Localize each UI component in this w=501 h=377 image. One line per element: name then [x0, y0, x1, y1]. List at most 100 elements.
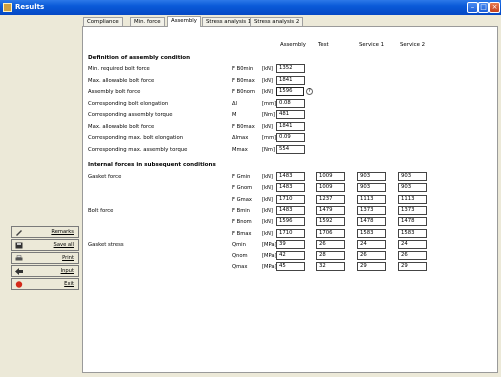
value-field: 1592: [316, 217, 345, 226]
value-field: 0.09: [276, 133, 305, 142]
group-label: Gasket force: [88, 174, 122, 180]
stop-icon: [15, 281, 23, 288]
row-unit: [kN]: [262, 219, 273, 225]
tab-assembly[interactable]: Assembly: [167, 16, 201, 27]
value-field: 1706: [316, 229, 345, 238]
value-field: 903: [357, 183, 386, 192]
row-unit: [kN]: [262, 89, 273, 95]
value-field: 26: [357, 251, 386, 260]
exit-label: Exit: [64, 281, 74, 287]
group-label: Bolt force: [88, 208, 114, 214]
row-symbol: Qnom: [232, 253, 248, 259]
value-field: 1483: [276, 206, 305, 215]
value-field: 1373: [398, 206, 427, 215]
value-field: 42: [276, 251, 305, 260]
row-symbol: M: [232, 112, 237, 118]
row-unit: [kN]: [262, 78, 273, 84]
row-symbol: F B0nom: [232, 89, 256, 95]
row-symbol: F Gmin: [232, 174, 251, 180]
value-field: 1478: [398, 217, 427, 226]
value-field: 29: [398, 262, 427, 271]
exit-button[interactable]: Exit: [11, 278, 79, 290]
app-icon: [3, 3, 12, 12]
back-arrow-icon: [15, 268, 23, 275]
help-icon[interactable]: ?: [306, 88, 313, 95]
row-symbol: F Bnom: [232, 219, 252, 225]
row-symbol: F Gmax: [232, 197, 252, 203]
value-field: 24: [357, 240, 386, 249]
row-unit: [kN]: [262, 208, 273, 214]
printer-icon: [15, 255, 23, 261]
row-symbol: Qmin: [232, 242, 246, 248]
print-button[interactable]: Print: [11, 252, 79, 264]
minimize-button[interactable]: –: [467, 2, 478, 13]
row-unit: [MPa]: [262, 264, 277, 270]
window-title: Results: [15, 3, 45, 11]
column-header-service-2: Service 2: [400, 42, 426, 48]
save-all-button[interactable]: Save all: [11, 239, 79, 251]
value-field: 1710: [276, 229, 305, 238]
value-field: 45: [276, 262, 305, 271]
section-title-assembly-condition: Definition of assembly condition: [88, 55, 191, 61]
column-header-assembly: Assembly: [280, 42, 306, 48]
row-unit: [kN]: [262, 231, 273, 237]
row-symbol: F B0max: [232, 124, 255, 130]
value-field: 903: [398, 183, 427, 192]
row-symbol: F B0max: [232, 78, 255, 84]
row-unit: [mm]: [262, 101, 277, 107]
row-symbol: Δl: [232, 101, 237, 107]
row-symbol: F Gnom: [232, 185, 253, 191]
floppy-disk-icon: [15, 242, 23, 249]
row-label: Max. allowable bolt force: [88, 78, 155, 84]
assembly-bolt-force-input[interactable]: 1596: [276, 87, 304, 96]
remarks-button[interactable]: Remarks: [11, 226, 79, 238]
value-field: 554: [276, 145, 305, 154]
row-symbol: Δlmax: [232, 135, 249, 141]
column-header-test: Test: [318, 42, 329, 48]
row-unit: [kN]: [262, 124, 273, 130]
value-field: 1009: [316, 183, 345, 192]
row-unit: [MPa]: [262, 253, 277, 259]
row-label: Corresponding max. assembly torque: [88, 147, 188, 153]
value-field: 26: [316, 240, 345, 249]
value-field: 1009: [316, 172, 345, 181]
row-unit: [kN]: [262, 197, 273, 203]
value-field: 1478: [357, 217, 386, 226]
value-field: 1583: [398, 229, 427, 238]
input-button[interactable]: Input: [11, 265, 79, 277]
row-symbol: Mmax: [232, 147, 248, 153]
value-field: 1710: [276, 195, 305, 204]
value-field: 39: [276, 240, 305, 249]
row-label: Corresponding assembly torque: [88, 112, 173, 118]
row-unit: [Nm]: [262, 112, 275, 118]
value-field: 32: [316, 262, 345, 271]
side-button-panel: Remarks Save all Print Input Exit: [11, 226, 79, 291]
row-symbol: F Bmax: [232, 231, 252, 237]
value-field: 1483: [276, 183, 305, 192]
value-field: 1352: [276, 64, 305, 73]
input-label: Input: [60, 268, 74, 274]
value-field: 1596: [276, 217, 305, 226]
row-label: Max. allowable bolt force: [88, 124, 155, 130]
row-unit: [kN]: [262, 66, 273, 72]
save-all-label: Save all: [53, 242, 74, 248]
row-label: Corresponding bolt elongation: [88, 101, 169, 107]
row-unit: [Nm]: [262, 147, 275, 153]
group-label: Gasket stress: [88, 242, 124, 248]
close-button[interactable]: ×: [489, 2, 500, 13]
value-field: 1483: [276, 172, 305, 181]
row-unit: [kN]: [262, 185, 273, 191]
row-label: Min. required bolt force: [88, 66, 150, 72]
row-unit: [kN]: [262, 174, 273, 180]
value-field: 28: [316, 251, 345, 260]
value-field: 29: [357, 262, 386, 271]
value-field: 1113: [357, 195, 386, 204]
value-field: 1479: [316, 206, 345, 215]
value-field: 1373: [357, 206, 386, 215]
print-label: Print: [62, 255, 74, 261]
row-unit: [MPa]: [262, 242, 277, 248]
row-label: Corresponding max. bolt elongation: [88, 135, 184, 141]
value-field: 26: [398, 251, 427, 260]
maximize-button[interactable]: □: [478, 2, 489, 13]
value-field: 24: [398, 240, 427, 249]
